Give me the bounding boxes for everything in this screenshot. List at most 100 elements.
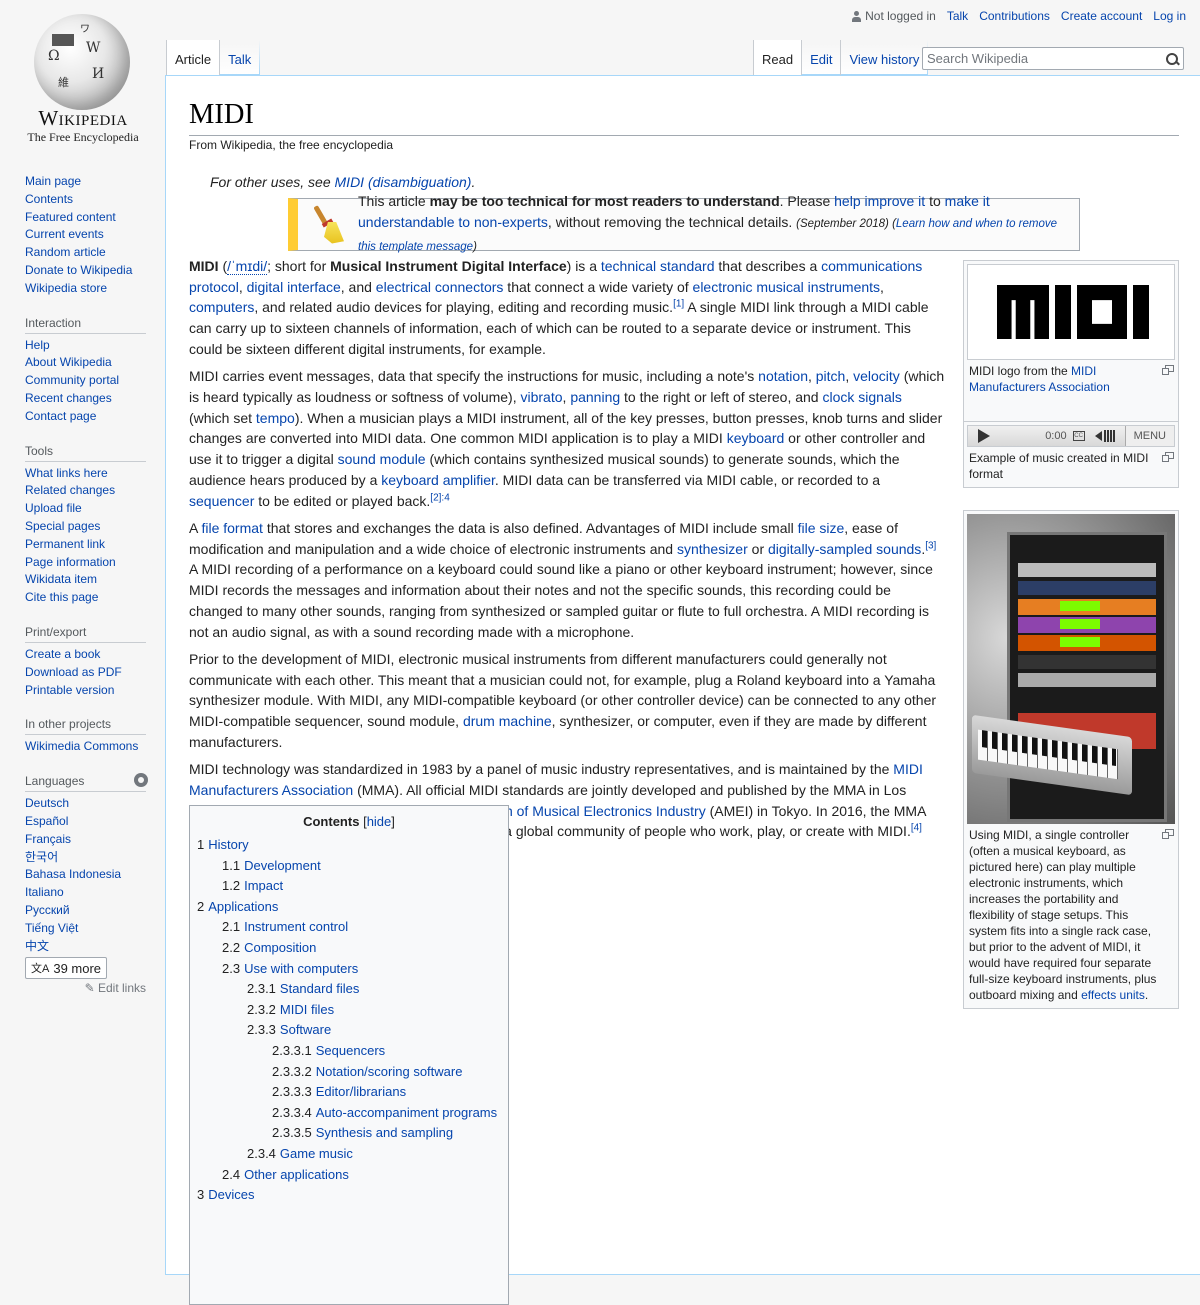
sidebar-item[interactable]: Contents bbox=[25, 192, 73, 206]
wiki-link[interactable]: file format bbox=[201, 520, 262, 536]
toc-item[interactable]: 1.1 Development bbox=[197, 856, 501, 877]
toc-link[interactable]: Composition bbox=[244, 940, 316, 955]
disambiguation-link[interactable]: MIDI (disambiguation) bbox=[335, 174, 472, 190]
sidebar-item[interactable]: Related changes bbox=[25, 483, 115, 497]
wiki-link[interactable]: velocity bbox=[853, 368, 900, 384]
toc-link[interactable]: Development bbox=[244, 858, 321, 873]
toc-item[interactable]: 2.3.2 MIDI files bbox=[197, 1000, 501, 1021]
tab-read[interactable]: Read bbox=[753, 40, 802, 75]
toc-item[interactable]: 2.3.3.2 Notation/scoring software bbox=[197, 1062, 501, 1083]
effects-units-link[interactable]: effects units bbox=[1081, 988, 1145, 1002]
toc-link[interactable]: Auto-accompaniment programs bbox=[316, 1105, 497, 1120]
toc-link[interactable]: Impact bbox=[244, 878, 283, 893]
wiki-link[interactable]: electronic musical instruments bbox=[693, 279, 881, 295]
toc-item[interactable]: 2.1 Instrument control bbox=[197, 917, 501, 938]
language-link[interactable]: Italiano bbox=[25, 885, 64, 899]
wiki-link[interactable]: digital interface bbox=[247, 279, 341, 295]
wiki-link[interactable]: keyboard amplifier bbox=[381, 472, 495, 488]
sidebar-item[interactable]: Current events bbox=[25, 227, 104, 241]
sidebar-item[interactable]: Contact page bbox=[25, 409, 96, 423]
language-link[interactable]: Русский bbox=[25, 903, 70, 917]
sidebar-item[interactable]: What links here bbox=[25, 466, 108, 480]
help-improve-link[interactable]: help improve it bbox=[834, 193, 925, 209]
user-talk-link[interactable]: Talk bbox=[947, 9, 968, 23]
wiki-link[interactable]: clock signals bbox=[822, 389, 901, 405]
enlarge-icon[interactable] bbox=[1162, 365, 1174, 375]
toc-link[interactable]: History bbox=[208, 837, 248, 852]
toc-link[interactable]: Software bbox=[280, 1022, 331, 1037]
toc-link[interactable]: Notation/scoring software bbox=[316, 1064, 463, 1079]
wiki-link[interactable]: keyboard bbox=[727, 430, 785, 446]
sidebar-item[interactable]: Random article bbox=[25, 245, 106, 259]
rack-photo[interactable] bbox=[967, 514, 1175, 824]
toc-item[interactable]: 2.3 Use with computers bbox=[197, 959, 501, 980]
toc-link[interactable]: Other applications bbox=[244, 1167, 349, 1182]
toc-item[interactable]: 3 Devices bbox=[197, 1185, 501, 1206]
wikipedia-logo[interactable]: Ω W И 維 ワ Wikipedia The Free Encyclopedi… bbox=[0, 0, 160, 160]
tab-talk[interactable]: Talk bbox=[219, 40, 260, 75]
sidebar-item[interactable]: Printable version bbox=[25, 683, 114, 697]
volume-icon[interactable] bbox=[1094, 430, 1119, 442]
language-link[interactable]: Tiếng Việt bbox=[25, 921, 78, 935]
wiki-link[interactable]: tempo bbox=[256, 410, 295, 426]
wiki-link[interactable]: vibrato bbox=[521, 389, 563, 405]
language-link[interactable]: 中文 bbox=[25, 939, 49, 953]
toc-link[interactable]: Game music bbox=[280, 1146, 353, 1161]
toc-link[interactable]: Sequencers bbox=[316, 1043, 385, 1058]
search-icon[interactable] bbox=[1161, 49, 1183, 69]
language-link[interactable]: Español bbox=[25, 814, 68, 828]
sidebar-item[interactable]: Main page bbox=[25, 174, 81, 188]
gear-icon[interactable] bbox=[134, 773, 148, 788]
sidebar-item[interactable]: Cite this page bbox=[25, 590, 98, 604]
sidebar-item[interactable]: Permanent link bbox=[25, 537, 105, 551]
language-link[interactable]: 한국어 bbox=[25, 850, 58, 864]
toc-link[interactable]: Synthesis and sampling bbox=[316, 1125, 453, 1140]
citation-link[interactable]: [1] bbox=[673, 299, 684, 310]
toc-link[interactable]: Instrument control bbox=[244, 919, 348, 934]
enlarge-icon[interactable] bbox=[1162, 829, 1174, 839]
wiki-link[interactable]: file size bbox=[798, 520, 845, 536]
enlarge-icon[interactable] bbox=[1162, 452, 1174, 462]
toc-link[interactable]: Editor/librarians bbox=[316, 1084, 406, 1099]
wiki-link[interactable]: electrical connectors bbox=[376, 279, 504, 295]
toc-item[interactable]: 2.3.3.4 Auto-accompaniment programs bbox=[197, 1103, 501, 1124]
tab-edit[interactable]: Edit bbox=[801, 40, 841, 75]
search-input[interactable] bbox=[923, 48, 1161, 69]
sidebar-item[interactable]: Community portal bbox=[25, 373, 119, 387]
sidebar-item[interactable]: Wikidata item bbox=[25, 572, 97, 586]
more-languages-button[interactable]: 文A 39 more bbox=[25, 957, 108, 980]
toc-link[interactable]: Applications bbox=[208, 899, 278, 914]
play-icon[interactable] bbox=[978, 429, 990, 443]
create-account-link[interactable]: Create account bbox=[1061, 9, 1142, 23]
contributions-link[interactable]: Contributions bbox=[979, 9, 1050, 23]
sidebar-item[interactable]: Help bbox=[25, 338, 50, 352]
toc-link[interactable]: MIDI files bbox=[280, 1002, 334, 1017]
sidebar-item[interactable]: Special pages bbox=[25, 519, 100, 533]
wiki-link[interactable]: sound module bbox=[338, 451, 426, 467]
wiki-link[interactable]: drum machine bbox=[463, 713, 552, 729]
toc-link[interactable]: Use with computers bbox=[244, 961, 358, 976]
sidebar-item[interactable]: Donate to Wikipedia bbox=[25, 263, 132, 277]
sidebar-item[interactable]: Page information bbox=[25, 555, 116, 569]
wiki-link[interactable]: technical standard bbox=[601, 258, 715, 274]
toc-item[interactable]: 2.3.4 Game music bbox=[197, 1144, 501, 1165]
wiki-link[interactable]: panning bbox=[570, 389, 620, 405]
sidebar-item[interactable]: Download as PDF bbox=[25, 665, 122, 679]
toc-link[interactable]: Standard files bbox=[280, 981, 360, 996]
sidebar-item[interactable]: Create a book bbox=[25, 647, 100, 661]
sidebar-item[interactable]: Wikimedia Commons bbox=[25, 739, 138, 753]
toc-item[interactable]: 2.3.1 Standard files bbox=[197, 979, 501, 1000]
language-link[interactable]: Bahasa Indonesia bbox=[25, 867, 121, 881]
toc-item[interactable]: 2.3.3.5 Synthesis and sampling bbox=[197, 1123, 501, 1144]
toc-hide-button[interactable]: hide bbox=[367, 814, 392, 829]
wiki-link[interactable]: notation bbox=[758, 368, 808, 384]
toc-item[interactable]: 1.2 Impact bbox=[197, 876, 501, 897]
wiki-link[interactable]: pitch bbox=[816, 368, 846, 384]
toc-item[interactable]: 2 Applications bbox=[197, 897, 501, 918]
wiki-link[interactable]: sequencer bbox=[189, 493, 254, 509]
toc-item[interactable]: 2.3.3 Software bbox=[197, 1020, 501, 1041]
toc-item[interactable]: 2.3.3.3 Editor/librarians bbox=[197, 1082, 501, 1103]
pronunciation-link[interactable]: /ˈmɪdi/ bbox=[227, 258, 268, 275]
log-in-link[interactable]: Log in bbox=[1153, 9, 1186, 23]
sidebar-item[interactable]: About Wikipedia bbox=[25, 355, 112, 369]
